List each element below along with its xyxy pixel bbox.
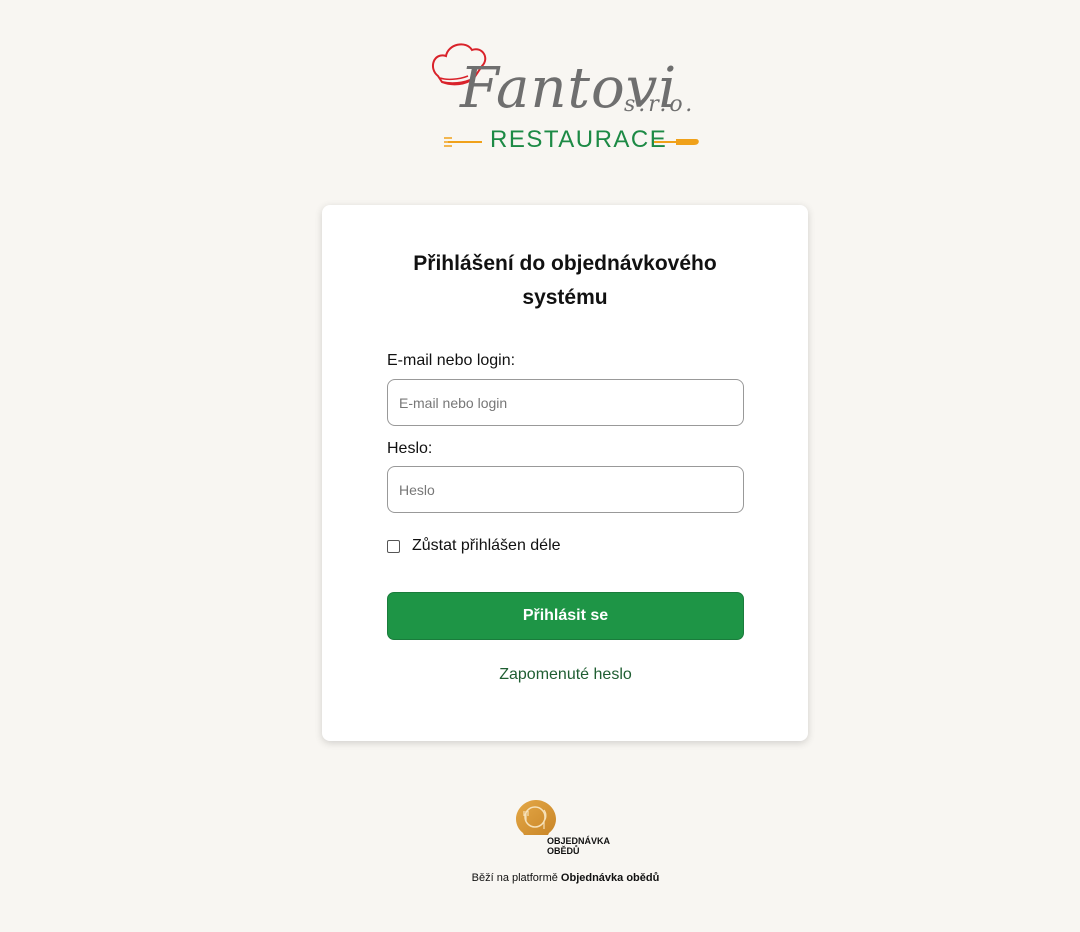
email-label: E-mail nebo login: (387, 352, 516, 369)
platform-logo: OBJEDNÁVKA OBĚDŮ (516, 799, 626, 859)
footer-prefix: Běží na platformě (471, 872, 561, 884)
footer-platform-name[interactable]: Objednávka obědů (561, 872, 659, 884)
brand-logo: Fantovi s.r.o. RESTAURACE (428, 38, 708, 156)
remember-me-checkbox[interactable] (387, 539, 400, 553)
remember-me-row[interactable]: Zůstat přihlášen déle (387, 537, 561, 555)
password-label: Heslo: (387, 440, 433, 457)
remember-me-label[interactable]: Zůstat přihlášen déle (412, 537, 561, 555)
login-title: Přihlášení do objednávkového systému (413, 252, 717, 309)
password-input[interactable] (387, 466, 744, 513)
login-button[interactable]: Přihlásit se (387, 592, 744, 640)
login-card: Přihlášení do objednávkového systému E-m… (322, 205, 808, 741)
forgot-password-link[interactable]: Zapomenuté heslo (387, 666, 744, 684)
email-input[interactable] (387, 379, 744, 426)
platform-logo-line1: OBJEDNÁVKA (547, 836, 611, 846)
platform-logo-text: OBJEDNÁVKA OBĚDŮ (547, 836, 610, 856)
brand-suffix: s.r.o. (624, 92, 696, 117)
brand-subtitle: RESTAURACE (490, 126, 668, 153)
platform-footer: Běží na platformě Objednávka obědů (0, 872, 1080, 884)
login-page: Fantovi s.r.o. RESTAURACE Přihlášení do … (0, 0, 1080, 932)
platform-logo-line2: OBĚDŮ (547, 846, 580, 856)
